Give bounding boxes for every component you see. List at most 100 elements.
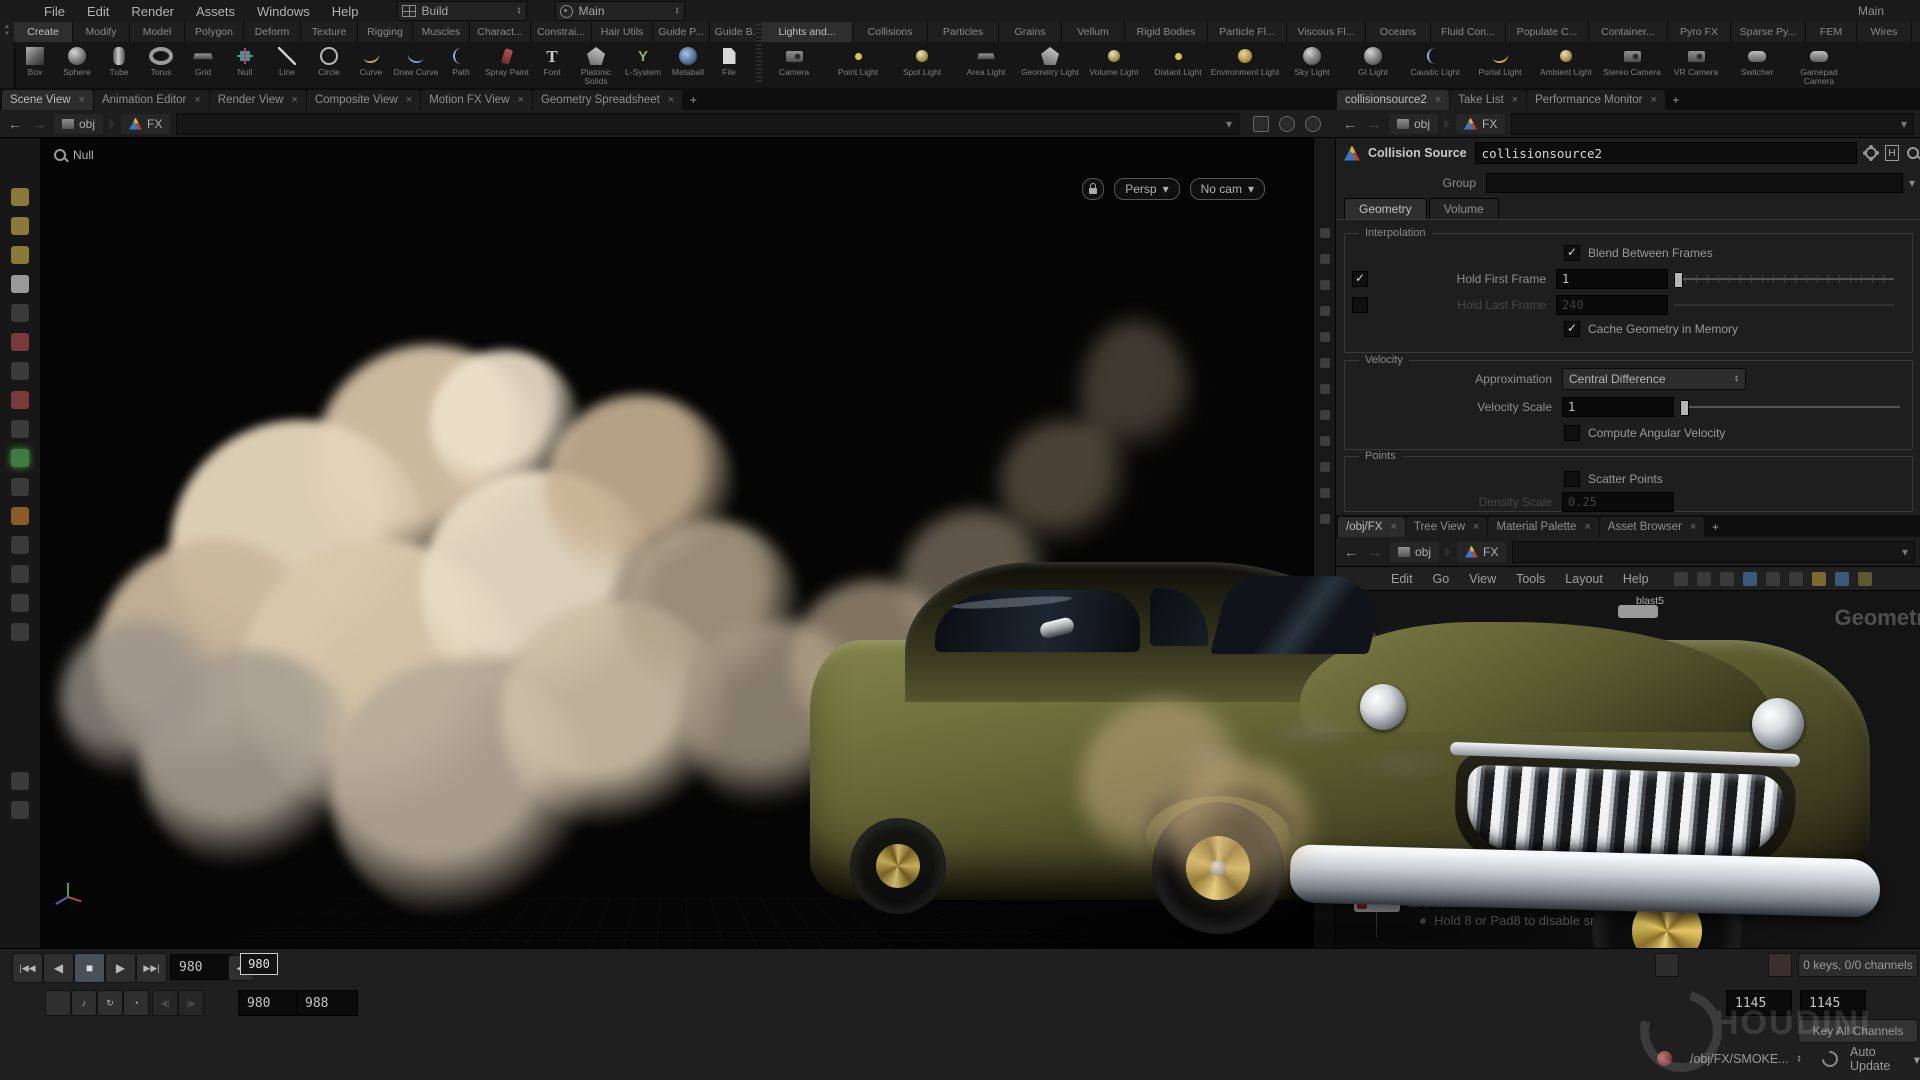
- slider-handle[interactable]: [1674, 272, 1683, 288]
- viewport-toolbar-icon[interactable]: [11, 391, 29, 409]
- path-input[interactable]: ▾: [1511, 113, 1914, 135]
- display-toggle-icon[interactable]: [1320, 384, 1330, 394]
- hold-last-frame-slider[interactable]: [1674, 298, 1894, 312]
- display-toggle-icon[interactable]: [1320, 306, 1330, 316]
- close-icon[interactable]: ×: [1390, 521, 1396, 533]
- jump-to-end-button[interactable]: ▶▶|: [136, 953, 167, 983]
- range-start-field[interactable]: 980: [238, 990, 300, 1016]
- net-menu-tools[interactable]: Tools: [1507, 570, 1554, 588]
- breadcrumb-obj[interactable]: obj: [54, 114, 103, 134]
- snapshot-icon[interactable]: [1789, 572, 1803, 586]
- shelf-tab-vellum[interactable]: Vellum: [1062, 22, 1125, 42]
- viewport-toolbar-icon[interactable]: [11, 188, 29, 206]
- display-toggle-icon[interactable]: [1320, 436, 1330, 446]
- hold-last-frame-checkbox[interactable]: [1352, 297, 1368, 313]
- cache-geometry-checkbox[interactable]: ✓: [1564, 321, 1580, 337]
- node-name-field[interactable]: collisionsource2: [1475, 142, 1857, 164]
- shelf-tab-collisions[interactable]: Collisions: [853, 22, 928, 42]
- viewport-toolbar-icon[interactable]: [11, 594, 29, 612]
- tool-gamepad-camera[interactable]: Gamepad Camera: [1786, 44, 1852, 90]
- active-tool-icon[interactable]: [11, 449, 29, 467]
- new-tab-button[interactable]: +: [1666, 90, 1686, 110]
- tool-curve[interactable]: Curve: [350, 44, 392, 90]
- viewport-toolbar-icon[interactable]: [11, 333, 29, 351]
- gear-icon[interactable]: [1865, 147, 1877, 159]
- pin-icon[interactable]: [1253, 116, 1269, 132]
- shelf-tab-crowds[interactable]: Crowds: [1912, 22, 1920, 42]
- forward-arrow-icon[interactable]: →: [30, 116, 48, 132]
- tab-render-view[interactable]: Render View×: [210, 90, 306, 110]
- breadcrumb-fx[interactable]: FX: [121, 114, 170, 134]
- network-canvas[interactable]: Geometr blast5 attributedelete1 Hold 8 o…: [1336, 591, 1920, 948]
- search-icon[interactable]: [1907, 147, 1919, 159]
- spinner-icon[interactable]: ▲▼: [675, 7, 680, 15]
- auto-key-icon[interactable]: [1768, 953, 1792, 977]
- display-toggle-icon[interactable]: [1320, 332, 1330, 342]
- velocity-scale-slider[interactable]: [1680, 400, 1900, 414]
- stop-button[interactable]: ■: [74, 953, 105, 983]
- tool-volume-light[interactable]: Volume Light: [1082, 44, 1146, 90]
- tab-tree-view[interactable]: Tree View×: [1406, 517, 1488, 537]
- menu-render[interactable]: Render: [121, 2, 184, 21]
- tab-volume[interactable]: Volume: [1429, 198, 1499, 219]
- viewport-toolbar-icon[interactable]: [11, 536, 29, 554]
- close-icon[interactable]: ×: [1512, 94, 1518, 106]
- shelf-tab-sparse-pyro[interactable]: Sparse Py...: [1731, 22, 1806, 42]
- playback-start-field[interactable]: 988: [296, 990, 358, 1016]
- play-button[interactable]: ▶: [105, 953, 136, 983]
- audio-button[interactable]: ♪: [71, 990, 97, 1016]
- breadcrumb-obj[interactable]: obj: [1389, 114, 1438, 134]
- breadcrumb-obj[interactable]: obj: [1390, 542, 1439, 562]
- forward-arrow-icon[interactable]: →: [1366, 544, 1384, 560]
- tool-tube[interactable]: Tube: [98, 44, 140, 90]
- menu-help[interactable]: Help: [322, 2, 369, 21]
- play-reverse-button[interactable]: ◀: [43, 953, 74, 983]
- shelf-tab-particle-fluids[interactable]: Particle Fl...: [1208, 22, 1287, 42]
- breadcrumb-fx[interactable]: FX: [1457, 542, 1506, 562]
- tool-environment-light[interactable]: Environment Light: [1210, 44, 1280, 90]
- close-icon[interactable]: ×: [1650, 94, 1656, 106]
- display-toggle-icon[interactable]: [1320, 228, 1330, 238]
- blend-between-frames-checkbox[interactable]: ✓: [1564, 245, 1580, 261]
- spinner-icon[interactable]: ▲▼: [517, 7, 522, 15]
- viewport-toolbar-icon[interactable]: [11, 478, 29, 496]
- breadcrumb-fx[interactable]: FX: [1456, 114, 1505, 134]
- scene-viewport[interactable]: Null Persp▾ No cam▾: [40, 138, 1313, 948]
- net-menu-layout[interactable]: Layout: [1556, 570, 1612, 588]
- viewport-toolbar-icon[interactable]: [11, 246, 29, 264]
- shelf-tab-deform[interactable]: Deform: [244, 22, 301, 42]
- viewport-toolbar-icon[interactable]: [11, 362, 29, 380]
- tool-camera[interactable]: Camera: [762, 44, 826, 90]
- menu-file[interactable]: File: [34, 2, 75, 21]
- tab-collisionsource2[interactable]: collisionsource2×: [1337, 90, 1449, 110]
- tool-path[interactable]: Path: [440, 44, 482, 90]
- shelf-tab-particles[interactable]: Particles: [928, 22, 999, 42]
- shelf-tab-modify[interactable]: Modify: [73, 22, 130, 42]
- net-menu-go[interactable]: Go: [1424, 570, 1459, 588]
- tab-scene-view[interactable]: Scene View×: [2, 90, 93, 110]
- shelf-tab-fem[interactable]: FEM: [1806, 22, 1857, 42]
- close-icon[interactable]: ×: [406, 94, 412, 106]
- hold-first-frame-checkbox[interactable]: ✓: [1352, 271, 1368, 287]
- back-arrow-icon[interactable]: ←: [1342, 544, 1360, 560]
- tab-composite-view[interactable]: Composite View×: [307, 90, 420, 110]
- shelf-tab-constraints[interactable]: Constrai...: [531, 22, 592, 42]
- tool-vr-camera[interactable]: VR Camera: [1664, 44, 1728, 90]
- tool-portal-light[interactable]: Portal Light: [1468, 44, 1532, 90]
- layout-icon[interactable]: [1766, 572, 1780, 586]
- shelf-tab-containers[interactable]: Container...: [1589, 22, 1668, 42]
- viewport-toolbar-icon[interactable]: [11, 801, 29, 819]
- shelf-tab-texture[interactable]: Texture: [301, 22, 358, 42]
- tool-area-light[interactable]: Area Light: [954, 44, 1018, 90]
- tab-take-list[interactable]: Take List×: [1450, 90, 1526, 110]
- shelf-tab-guide-process[interactable]: Guide P...: [653, 22, 710, 42]
- new-tab-button[interactable]: +: [683, 90, 703, 110]
- viewport-toolbar-icon[interactable]: [11, 565, 29, 583]
- tool-switcher[interactable]: Switcher: [1728, 44, 1786, 90]
- display-toggle-icon[interactable]: [1320, 514, 1330, 524]
- tool-gi-light[interactable]: GI Light: [1344, 44, 1402, 90]
- tab-geometry[interactable]: Geometry: [1344, 198, 1427, 219]
- shelf-tab-viscous-fluids[interactable]: Viscous Fl...: [1287, 22, 1366, 42]
- back-arrow-icon[interactable]: ←: [6, 116, 24, 132]
- tab-material-palette[interactable]: Material Palette×: [1488, 517, 1598, 537]
